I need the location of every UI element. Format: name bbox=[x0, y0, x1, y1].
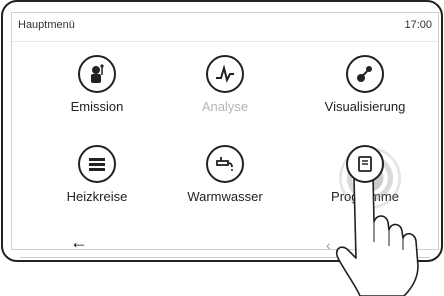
tile-heizkreise[interactable]: Heizkreise bbox=[32, 145, 162, 217]
hot-water-tap-icon bbox=[206, 145, 244, 183]
page-title: Hauptmenü bbox=[18, 19, 75, 31]
visualization-icon bbox=[346, 55, 384, 93]
pointing-hand-icon bbox=[335, 170, 419, 296]
analysis-graph-icon bbox=[206, 55, 244, 93]
clock: 17:00 bbox=[404, 19, 432, 31]
tile-emission[interactable]: Emission bbox=[32, 55, 162, 127]
tile-label: Warmwasser bbox=[187, 189, 263, 204]
heating-circuits-icon bbox=[78, 145, 116, 183]
back-arrow-icon[interactable]: ← bbox=[70, 233, 88, 251]
status-bar: Hauptmenü 17:00 bbox=[12, 13, 438, 42]
tile-analyse: Analyse bbox=[160, 55, 290, 127]
tile-label: Analyse bbox=[201, 99, 249, 114]
tile-label: Emission bbox=[70, 99, 124, 114]
tile-visualisierung[interactable]: Visualisierung bbox=[300, 55, 430, 127]
tile-warmwasser[interactable]: Warmwasser bbox=[160, 145, 290, 217]
programs-icon bbox=[346, 145, 384, 183]
chimney-sweep-icon bbox=[78, 55, 116, 93]
chevron-left-icon[interactable]: ‹ bbox=[326, 237, 331, 253]
tile-label: Visualisierung bbox=[324, 99, 406, 114]
tile-label: Heizkreise bbox=[66, 189, 128, 204]
